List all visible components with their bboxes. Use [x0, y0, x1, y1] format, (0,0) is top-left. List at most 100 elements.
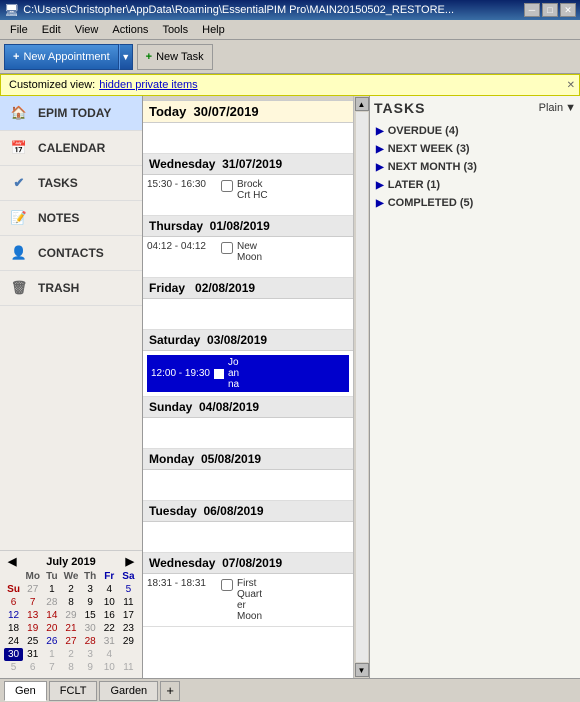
- day-7b[interactable]: 7: [42, 661, 61, 674]
- tasks-view-selector[interactable]: Plain ▼: [539, 102, 576, 114]
- sat-header: Sa: [119, 570, 138, 583]
- maximize-button[interactable]: □: [542, 3, 558, 17]
- day-header-wed-07: Wednesday 07/08/2019: [143, 553, 353, 574]
- day-26[interactable]: 26: [42, 635, 61, 648]
- menu-tools[interactable]: Tools: [156, 22, 194, 38]
- day-block-thu-01: Thursday 01/08/2019 04:12 - 04:12 NewMoo…: [143, 216, 353, 278]
- event-checkbox-wed-31-1[interactable]: [221, 180, 233, 192]
- tab-add-button[interactable]: +: [160, 681, 180, 701]
- event-blue-sat-03[interactable]: 12:00 - 19:30 Joanna: [147, 355, 349, 392]
- mini-cal-next[interactable]: ▶: [122, 555, 138, 568]
- event-checkbox-thu-01-1[interactable]: [221, 242, 233, 254]
- mini-cal-prev[interactable]: ◀: [4, 555, 20, 568]
- day-29[interactable]: 29: [119, 635, 138, 648]
- day-10[interactable]: 10: [100, 596, 119, 609]
- day-3[interactable]: 3: [81, 583, 100, 596]
- menu-view[interactable]: View: [69, 22, 105, 38]
- tab-gen[interactable]: Gen: [4, 681, 47, 701]
- tab-fclt[interactable]: FCLT: [49, 681, 98, 701]
- scroll-down-btn[interactable]: ▼: [355, 663, 369, 677]
- fri-header: Fr: [100, 570, 119, 583]
- day-7[interactable]: 7: [23, 596, 42, 609]
- day-label-mon-05: Monday 05/08/2019: [149, 452, 261, 466]
- banner-link[interactable]: hidden private items: [99, 79, 197, 91]
- day-17[interactable]: 17: [119, 609, 138, 622]
- day-2b[interactable]: 2: [61, 648, 80, 661]
- new-appointment-group: + New Appointment ▼: [4, 44, 133, 70]
- day-4b[interactable]: 4: [100, 648, 119, 661]
- day-23[interactable]: 23: [119, 622, 138, 635]
- day-20[interactable]: 20: [42, 622, 61, 635]
- day-24[interactable]: 24: [4, 635, 23, 648]
- day-11[interactable]: 11: [119, 596, 138, 609]
- new-task-button[interactable]: + New Task: [137, 44, 213, 70]
- thu-header: Th: [81, 570, 100, 583]
- day-13[interactable]: 13: [23, 609, 42, 622]
- banner-close-button[interactable]: ✕: [567, 80, 575, 91]
- minimize-button[interactable]: ─: [524, 3, 540, 17]
- sidebar-item-trash[interactable]: 🗑 TRASH: [0, 271, 142, 306]
- menu-edit[interactable]: Edit: [36, 22, 67, 38]
- day-27b[interactable]: 27: [61, 635, 80, 648]
- day-9[interactable]: 9: [81, 596, 100, 609]
- day-block-fri-02: Friday 02/08/2019: [143, 278, 353, 330]
- day-30-today[interactable]: 30: [4, 648, 23, 661]
- event-name-wed-31-1: BrockCrt HC: [237, 179, 268, 201]
- day-block-wed-07: Wednesday 07/08/2019 18:31 - 18:31 First…: [143, 553, 353, 627]
- main-layout: 🏠 EPIM TODAY 📅 CALENDAR ✔ TASKS 📝 NOTES …: [0, 96, 580, 678]
- day-16[interactable]: 16: [100, 609, 119, 622]
- day-28[interactable]: 28: [81, 635, 100, 648]
- event-checkbox-wed-07-1[interactable]: [221, 579, 233, 591]
- day-14[interactable]: 14: [42, 609, 61, 622]
- day-10b[interactable]: 10: [100, 661, 119, 674]
- calendar-scrollbar[interactable]: ▲ ▼: [353, 96, 369, 678]
- tab-garden[interactable]: Garden: [99, 681, 158, 701]
- menu-bar: File Edit View Actions Tools Help: [0, 20, 580, 40]
- day-18[interactable]: 18: [4, 622, 23, 635]
- day-9b[interactable]: 9: [81, 661, 100, 674]
- task-group-later[interactable]: ▶ LATER (1): [374, 176, 576, 194]
- day-21[interactable]: 21: [61, 622, 80, 635]
- day-6b[interactable]: 6: [23, 661, 42, 674]
- day-12[interactable]: 12: [4, 609, 23, 622]
- menu-file[interactable]: File: [4, 22, 34, 38]
- task-group-next-month[interactable]: ▶ NEXT MONTH (3): [374, 158, 576, 176]
- day-8[interactable]: 8: [61, 596, 80, 609]
- new-appointment-dropdown[interactable]: ▼: [119, 44, 133, 70]
- menu-actions[interactable]: Actions: [106, 22, 154, 38]
- event-time-sat-03: 12:00 - 19:30: [151, 368, 210, 379]
- day-15[interactable]: 15: [81, 609, 100, 622]
- sidebar-item-notes[interactable]: 📝 NOTES: [0, 201, 142, 236]
- sidebar-item-tasks[interactable]: ✔ TASKS: [0, 166, 142, 201]
- sidebar-item-epim-today[interactable]: 🏠 EPIM TODAY: [0, 96, 142, 131]
- day-22[interactable]: 22: [100, 622, 119, 635]
- day-4[interactable]: 4: [100, 583, 119, 596]
- day-1[interactable]: 1: [42, 583, 61, 596]
- toolbar: + New Appointment ▼ + New Task: [0, 40, 580, 74]
- day-2[interactable]: 2: [61, 583, 80, 596]
- day-25[interactable]: 25: [23, 635, 42, 648]
- task-group-completed[interactable]: ▶ COMPLETED (5): [374, 194, 576, 212]
- calendar-pane[interactable]: Today 30/07/2019 Wednesday 31/07/2019 15…: [143, 96, 353, 678]
- scroll-up-btn[interactable]: ▲: [355, 97, 369, 111]
- menu-help[interactable]: Help: [196, 22, 231, 38]
- sidebar: 🏠 EPIM TODAY 📅 CALENDAR ✔ TASKS 📝 NOTES …: [0, 96, 143, 678]
- day-3b[interactable]: 3: [81, 648, 100, 661]
- day-31[interactable]: 31: [23, 648, 42, 661]
- day-6[interactable]: 6: [4, 596, 23, 609]
- day-content-sat-03: 12:00 - 19:30 Joanna: [143, 351, 353, 396]
- new-appointment-button[interactable]: + New Appointment: [4, 44, 119, 70]
- day-content-tue-06: [143, 522, 353, 552]
- close-button[interactable]: ✕: [560, 3, 576, 17]
- mini-cal-month-year: July 2019: [46, 556, 96, 568]
- day-19[interactable]: 19: [23, 622, 42, 635]
- day-5[interactable]: 5: [119, 583, 138, 596]
- sidebar-item-calendar[interactable]: 📅 CALENDAR: [0, 131, 142, 166]
- task-group-overdue[interactable]: ▶ OVERDUE (4): [374, 122, 576, 140]
- day-11b[interactable]: 11: [119, 661, 138, 674]
- day-1b[interactable]: 1: [42, 648, 61, 661]
- day-8b[interactable]: 8: [61, 661, 80, 674]
- task-group-next-week[interactable]: ▶ NEXT WEEK (3): [374, 140, 576, 158]
- day-5b[interactable]: 5: [4, 661, 23, 674]
- sidebar-item-contacts[interactable]: 👤 CONTACTS: [0, 236, 142, 271]
